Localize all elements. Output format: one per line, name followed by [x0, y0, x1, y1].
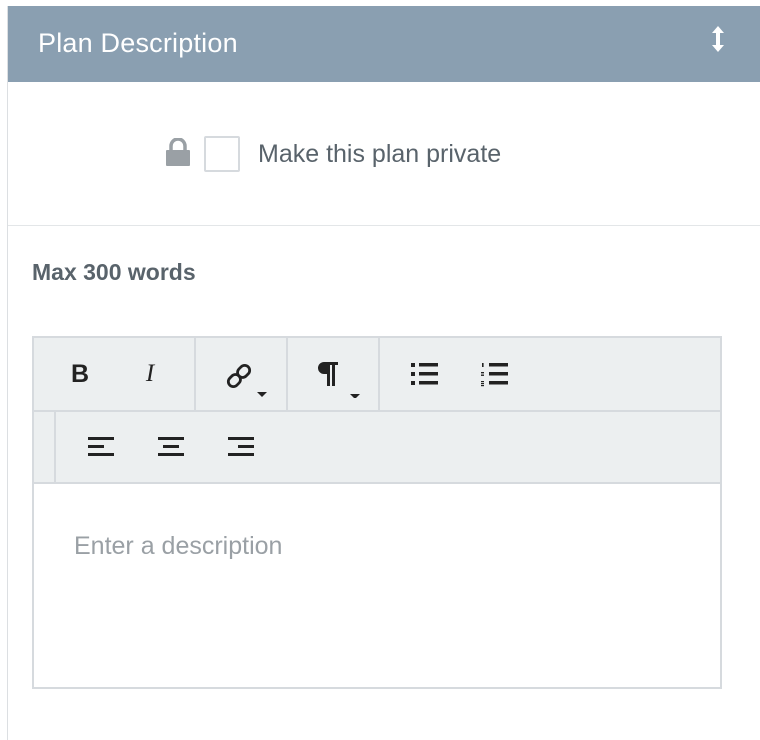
- toolbar-divider: [54, 412, 56, 482]
- bullet-list-icon: [411, 363, 438, 385]
- toolbar-divider: [378, 338, 380, 410]
- description-editor: B I Enter a description: [32, 336, 722, 689]
- toolbar-divider: [286, 338, 288, 410]
- numbered-list-button[interactable]: [480, 360, 510, 388]
- paragraph-icon: [318, 362, 360, 398]
- align-center-icon: [158, 437, 184, 456]
- align-right-icon: [228, 437, 254, 456]
- paragraph-format-button[interactable]: [314, 358, 364, 398]
- toolbar-divider: [194, 338, 196, 410]
- private-plan-label[interactable]: Make this plan private: [258, 140, 501, 169]
- italic-button[interactable]: I: [132, 358, 168, 390]
- link-icon: [226, 363, 267, 397]
- private-plan-checkbox[interactable]: [204, 136, 240, 172]
- lock-icon: [165, 137, 191, 166]
- numbered-list-icon: [481, 363, 508, 387]
- bullet-list-button[interactable]: [410, 360, 440, 388]
- align-left-icon: [88, 437, 114, 456]
- align-center-button[interactable]: [156, 434, 186, 460]
- align-right-button[interactable]: [226, 434, 256, 460]
- editor-toolbar-row-2: [34, 412, 720, 484]
- align-left-button[interactable]: [86, 434, 116, 460]
- description-textarea-placeholder[interactable]: Enter a description: [74, 532, 282, 561]
- panel-title: Plan Description: [38, 28, 238, 58]
- bold-button[interactable]: B: [62, 358, 98, 390]
- editor-toolbar-row-1: B I: [34, 338, 720, 412]
- privacy-section: Make this plan private: [8, 82, 760, 226]
- link-button[interactable]: [224, 358, 274, 398]
- vertical-resize-icon[interactable]: [706, 24, 730, 54]
- panel-header: Plan Description: [8, 6, 760, 82]
- max-words-label: Max 300 words: [32, 259, 196, 285]
